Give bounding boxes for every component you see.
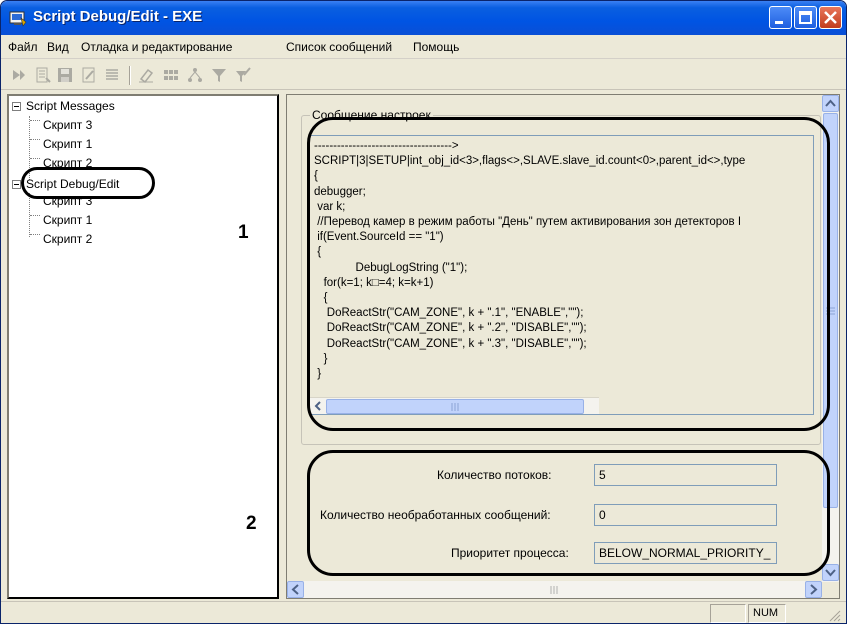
minimize-button[interactable]	[769, 6, 792, 29]
close-icon	[824, 11, 837, 24]
maximize-button[interactable]	[794, 6, 817, 29]
status-cell-empty	[710, 604, 746, 623]
status-num: NUM	[748, 604, 786, 623]
maximize-icon	[799, 11, 812, 24]
annotation-oval	[21, 167, 155, 199]
eraser-icon[interactable]	[138, 67, 154, 83]
minimize-icon	[775, 21, 783, 24]
tree-line	[30, 215, 40, 216]
scroll-down-icon	[825, 569, 836, 577]
scroll-left-button[interactable]	[287, 581, 304, 598]
scroll-right-icon	[810, 584, 818, 595]
grid-icon[interactable]	[163, 67, 179, 83]
scroll-up-button[interactable]	[822, 95, 839, 112]
scroll-left-icon	[291, 584, 299, 595]
tree-item-script[interactable]: Скрипт 1	[43, 137, 92, 151]
menu-file[interactable]: Файл	[8, 40, 38, 54]
menu-message-list[interactable]: Список сообщений	[286, 40, 392, 54]
tree-line	[30, 139, 40, 140]
title-bar: Script Debug/Edit - EXE	[1, 1, 846, 35]
annotation-oval	[307, 117, 830, 431]
tree-item-script[interactable]: Скрипт 1	[43, 213, 92, 227]
collapse-icon[interactable]	[12, 180, 21, 189]
tree-item-script[interactable]: Скрипт 2	[43, 232, 92, 246]
lines-icon[interactable]	[104, 67, 120, 83]
list-icon[interactable]	[35, 67, 51, 83]
step-icon[interactable]	[11, 67, 27, 83]
toolbar	[1, 60, 846, 90]
menu-bar: Файл Вид Отладка и редактирование Список…	[1, 35, 846, 59]
status-bar: NUM	[1, 601, 846, 623]
resize-grip-icon[interactable]	[827, 608, 841, 622]
main-hscrollbar[interactable]	[287, 581, 822, 598]
menu-view[interactable]: Вид	[47, 40, 69, 54]
tree-line	[30, 120, 40, 121]
tree-item-script[interactable]: Скрипт 3	[43, 118, 92, 132]
scroll-up-icon	[825, 99, 836, 107]
window-title: Script Debug/Edit - EXE	[33, 8, 203, 25]
app-icon	[9, 11, 27, 27]
menu-help[interactable]: Помощь	[413, 40, 459, 54]
toolbar-separator	[129, 66, 131, 85]
menu-debug-edit[interactable]: Отладка и редактирование	[81, 40, 232, 54]
app-window: Script Debug/Edit - EXE Файл Вид Отладка…	[0, 0, 847, 624]
filter-edit-icon[interactable]	[235, 67, 251, 83]
save-icon[interactable]	[57, 67, 73, 83]
tree-group-script-messages[interactable]: Script Messages	[26, 99, 115, 113]
tree-line	[30, 158, 40, 159]
annotation-oval	[307, 450, 830, 576]
annotation-label-1: 1	[238, 222, 249, 243]
edit-icon[interactable]	[81, 67, 97, 83]
collapse-icon[interactable]	[12, 102, 21, 111]
annotation-label-2: 2	[246, 513, 257, 534]
filter-icon[interactable]	[211, 67, 227, 83]
hierarchy-icon[interactable]	[187, 67, 203, 83]
tree-line	[30, 234, 40, 235]
scroll-right-button[interactable]	[805, 581, 822, 598]
close-button[interactable]	[819, 6, 842, 29]
grip-icon	[550, 586, 558, 594]
scroll-down-button[interactable]	[822, 564, 839, 581]
